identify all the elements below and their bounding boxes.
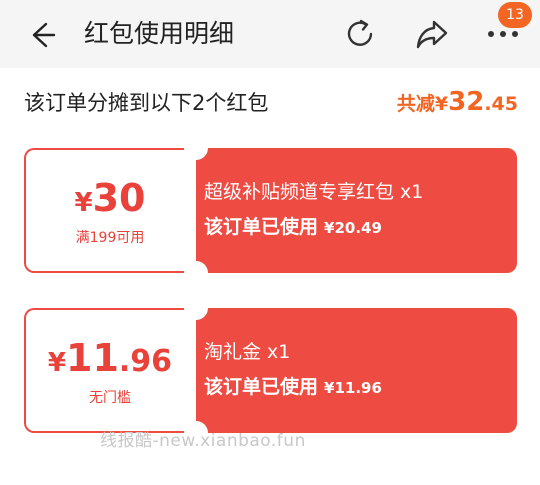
app-header: 红包使用明细 13 [0,0,540,68]
coupon-amount-integer: 11 [66,336,119,380]
coupon-card[interactable]: ¥11.96 无门槛 淘礼金 x1 该订单已使用 ¥11.96 [24,308,517,433]
coupon-currency: ¥ [74,188,93,218]
coupon-notch [184,261,208,273]
more-icon[interactable] [486,28,520,40]
share-icon[interactable] [414,16,450,52]
coupon-amount-integer: 30 [92,176,146,220]
coupon-currency: ¥ [47,348,67,378]
total-discount-decimal: .45 [484,93,518,115]
coupon-amount: ¥30 [24,176,196,228]
watermark: 线报酷-new.xianbao.fun [100,431,306,451]
coupon-condition: 满199可用 [75,230,145,246]
coupon-used-amount: ¥11.96 [324,379,382,397]
page-title: 红包使用明细 [84,19,235,48]
coupon-used-label: 该订单已使用 [204,216,319,238]
coupon-amount: ¥11.96 [24,336,196,388]
coupon-summary-text: 该订单分摊到以下2个红包 [24,91,269,115]
coupon-used-info: 该订单已使用 ¥20.49 [204,212,382,243]
notification-badge: 13 [498,2,532,28]
total-discount: 共减¥32.45 [397,84,518,123]
total-discount-integer: 32 [448,87,485,117]
total-discount-currency: ¥ [434,93,449,115]
coupon-used-label: 该订单已使用 [204,376,319,398]
refresh-icon[interactable] [342,16,378,52]
coupon-card[interactable]: ¥30 满199可用 超级补贴频道专享红包 x1 该订单已使用 ¥20.49 [24,148,517,273]
coupon-amount-decimal: .96 [118,344,173,379]
coupon-name: 淘礼金 x1 [204,341,291,363]
total-discount-label: 共减 [396,93,435,115]
coupon-name: 超级补贴频道专享红包 x1 [204,181,424,203]
coupon-condition: 无门槛 [89,390,131,406]
back-arrow-icon[interactable] [26,20,56,50]
coupon-used-amount: ¥20.49 [324,219,382,237]
coupon-used-info: 该订单已使用 ¥11.96 [204,372,382,403]
